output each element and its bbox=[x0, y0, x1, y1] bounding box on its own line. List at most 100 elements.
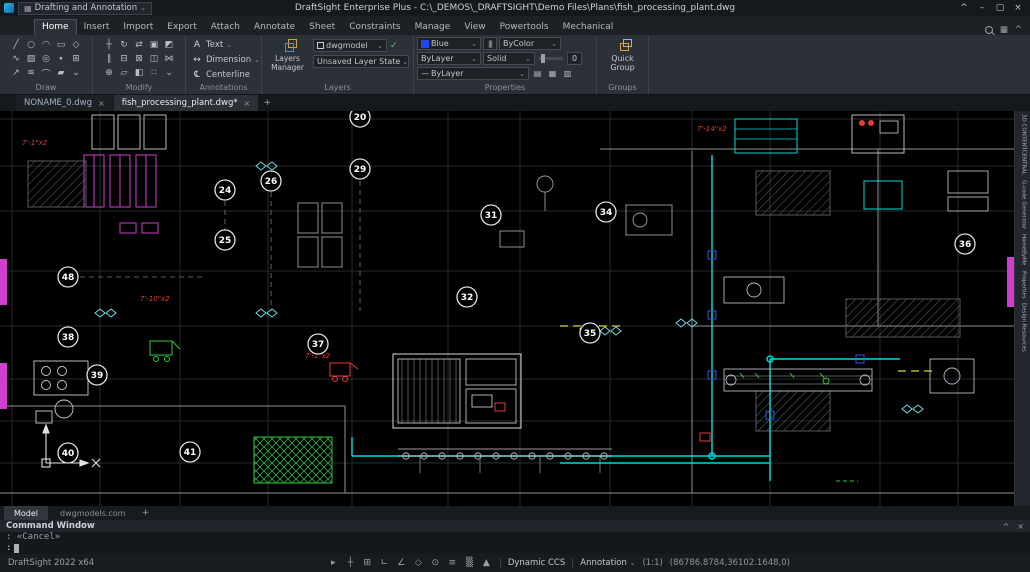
add-document-button[interactable]: + bbox=[259, 95, 275, 111]
balloon-25[interactable]: 25 bbox=[215, 230, 235, 250]
tab-constraints[interactable]: Constraints bbox=[342, 20, 407, 35]
centerline-tool-button[interactable]: ℄ Centerline bbox=[186, 67, 261, 82]
solid-tool-icon[interactable]: ▰ bbox=[54, 66, 69, 80]
cad-drawing[interactable]: 7'-1"x27'-10"x27'-1"x27'-14"x2 202425262… bbox=[0, 111, 1014, 506]
sheet-tab-model[interactable]: Model bbox=[4, 506, 48, 520]
tab-export[interactable]: Export bbox=[160, 20, 203, 35]
split-tool-icon[interactable]: ◫ bbox=[147, 52, 162, 66]
balloon-40[interactable]: 40 bbox=[58, 443, 78, 463]
lineweight-dropdown[interactable]: ByLayer ⌄ bbox=[417, 52, 481, 65]
explode-tool-icon[interactable]: ∷ bbox=[147, 66, 162, 80]
fillet-tool-icon[interactable]: ⋈ bbox=[162, 52, 177, 66]
weld-tool-icon[interactable]: ⊕ bbox=[102, 66, 117, 80]
workspace-selector[interactable]: ▦ Drafting and Annotation ⌄ bbox=[18, 2, 152, 15]
balloon-39[interactable]: 39 bbox=[87, 365, 107, 385]
ring-tool-icon[interactable]: ◎ bbox=[39, 52, 54, 66]
balloon-31[interactable]: 31 bbox=[481, 205, 501, 225]
etrack-toggle-icon[interactable]: ⊙ bbox=[429, 558, 442, 568]
circle-tool-icon[interactable]: ○ bbox=[24, 38, 39, 52]
close-button[interactable]: × bbox=[1010, 3, 1026, 13]
close-tab-icon[interactable]: × bbox=[98, 99, 105, 108]
extend-tool-icon[interactable]: ⊠ bbox=[132, 52, 147, 66]
arc-tool-icon[interactable]: ◠ bbox=[39, 38, 54, 52]
restore-button[interactable]: ▢ bbox=[992, 3, 1008, 13]
balloon-20[interactable]: 20 bbox=[350, 111, 370, 127]
line-tool-icon[interactable]: ╱ bbox=[9, 38, 24, 52]
side-tab-gcode-generator[interactable]: G-code Generator bbox=[1020, 180, 1026, 229]
stretch-tool-icon[interactable]: ▱ bbox=[117, 66, 132, 80]
line-color-dropdown[interactable]: Blue ⌄ bbox=[417, 37, 481, 50]
hatch-color-mode-dropdown[interactable]: ByColor ⌄ bbox=[499, 37, 561, 50]
more-draw-tools-icon[interactable]: ⌄ bbox=[69, 66, 84, 80]
spline-tool-icon[interactable]: ∿ bbox=[9, 52, 24, 66]
balloon-35[interactable]: 35 bbox=[580, 323, 600, 343]
arc3point-tool-icon[interactable]: ⌒ bbox=[39, 66, 54, 80]
layer-state-dropdown[interactable]: Unsaved Layer State ⌄ bbox=[313, 55, 409, 68]
polygon-tool-icon[interactable]: ◇ bbox=[69, 38, 84, 52]
ccs-mode-label[interactable]: Dynamic CCS bbox=[508, 558, 565, 568]
linetype-dropdown[interactable]: — ByLayer ⌄ bbox=[417, 67, 529, 80]
pattern-tool-icon[interactable]: ◧ bbox=[132, 66, 147, 80]
balloon-37[interactable]: 37 bbox=[308, 334, 328, 354]
quick-group-button[interactable]: Quick Group bbox=[603, 39, 643, 72]
rectangle-tool-icon[interactable]: ▭ bbox=[54, 38, 69, 52]
table-tool-icon[interactable]: ⊞ bbox=[69, 52, 84, 66]
tab-annotate[interactable]: Annotate bbox=[247, 20, 302, 35]
command-input[interactable]: : bbox=[0, 542, 1030, 554]
multiline-tool-icon[interactable]: ≋ bbox=[24, 66, 39, 80]
tab-manage[interactable]: Manage bbox=[408, 20, 458, 35]
trim-tool-icon[interactable]: ⊟ bbox=[117, 52, 132, 66]
tab-sheet[interactable]: Sheet bbox=[302, 20, 342, 35]
panels-icon[interactable]: ▦ bbox=[1000, 25, 1008, 35]
balloon-34[interactable]: 34 bbox=[596, 202, 616, 222]
command-collapse-icon[interactable]: ^ bbox=[1003, 522, 1010, 531]
layer-ok-icon[interactable]: ✓ bbox=[390, 41, 398, 51]
balloon-29[interactable]: 29 bbox=[350, 159, 370, 179]
tab-powertools[interactable]: Powertools bbox=[493, 20, 556, 35]
ray-tool-icon[interactable]: ↗ bbox=[9, 66, 24, 80]
ribbon-toggle-icon[interactable]: ^ bbox=[1015, 25, 1022, 35]
balloon-36[interactable]: 36 bbox=[955, 234, 975, 254]
balloon-48[interactable]: 48 bbox=[58, 267, 78, 287]
paint-properties-icon[interactable]: ▥ bbox=[561, 67, 574, 80]
esnap-toggle-icon[interactable]: ◇ bbox=[412, 558, 425, 568]
linestyle-dropdown[interactable]: Solid ⌄ bbox=[483, 52, 535, 65]
properties-panel-icon[interactable]: ▦ bbox=[546, 67, 559, 80]
search-icon[interactable] bbox=[985, 26, 993, 34]
transparency-slider[interactable] bbox=[539, 57, 563, 60]
tab-import[interactable]: Import bbox=[116, 20, 160, 35]
point-tool-icon[interactable]: ∙ bbox=[54, 52, 69, 66]
tab-mechanical[interactable]: Mechanical bbox=[556, 20, 621, 35]
tab-home[interactable]: Home bbox=[34, 19, 77, 35]
transparency-value[interactable]: 0 bbox=[567, 52, 582, 65]
lineweight-icon[interactable]: ||| bbox=[483, 37, 497, 50]
move-tool-icon[interactable]: ┼ bbox=[102, 38, 117, 52]
balloon-38[interactable]: 38 bbox=[58, 327, 78, 347]
close-tab-icon[interactable]: × bbox=[244, 99, 251, 108]
balloon-41[interactable]: 41 bbox=[180, 442, 200, 462]
tab-attach[interactable]: Attach bbox=[204, 20, 247, 35]
offset-tool-icon[interactable]: ◩ bbox=[162, 38, 177, 52]
more-modify-tools-icon[interactable]: ⌄ bbox=[162, 66, 177, 80]
side-tab-3d-content-central[interactable]: 3D CONTENTCENTRAL bbox=[1020, 114, 1026, 175]
annotation-scale-icon[interactable]: ▲ bbox=[480, 558, 493, 568]
tab-view[interactable]: View bbox=[457, 20, 492, 35]
ribbon-collapse-icon[interactable]: ^ bbox=[956, 3, 972, 13]
tab-insert[interactable]: Insert bbox=[77, 20, 117, 35]
add-sheet-button[interactable]: + bbox=[137, 508, 153, 518]
dimension-tool-button[interactable]: ↔ Dimension ⌄ bbox=[186, 52, 261, 67]
ortho-toggle-icon[interactable]: ∟ bbox=[378, 558, 391, 568]
balloon-32[interactable]: 32 bbox=[457, 287, 477, 307]
pointer-mode-icon[interactable]: ▸ bbox=[327, 558, 340, 568]
grid-toggle-icon[interactable]: ⊞ bbox=[361, 558, 374, 568]
snap-toggle-icon[interactable]: ┼ bbox=[344, 558, 357, 568]
minimize-button[interactable]: – bbox=[974, 3, 990, 13]
rotate-tool-icon[interactable]: ↻ bbox=[117, 38, 132, 52]
polar-toggle-icon[interactable]: ∠ bbox=[395, 558, 408, 568]
balloon-26[interactable]: 26 bbox=[261, 171, 281, 191]
copy-tool-icon[interactable]: ▣ bbox=[147, 38, 162, 52]
layers-manager-button[interactable]: Layers Manager bbox=[266, 39, 309, 72]
lineweight-toggle-icon[interactable]: ≡ bbox=[446, 558, 459, 568]
active-layer-dropdown[interactable]: dwgmodel ⌄ bbox=[313, 39, 387, 52]
hatch-tool-icon[interactable]: ▨ bbox=[24, 52, 39, 66]
